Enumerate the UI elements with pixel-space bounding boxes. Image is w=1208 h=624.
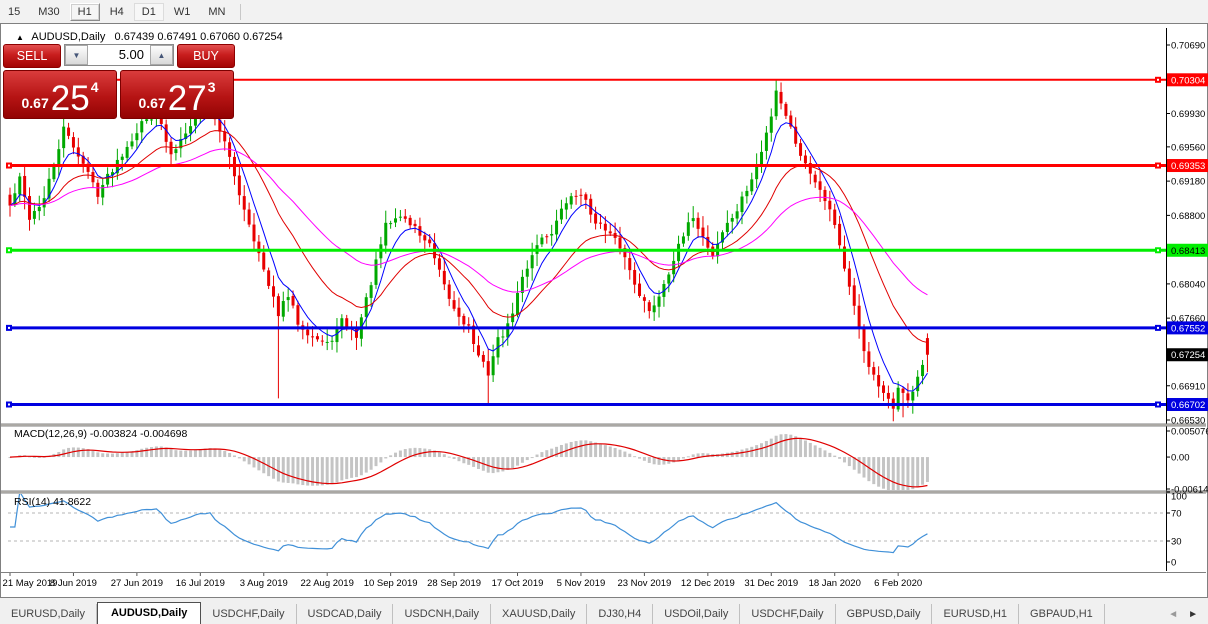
tab-eurusd-h1[interactable]: EURUSD,H1 xyxy=(932,604,1020,624)
chart-title: ▲ AUDUSD,Daily 0.67439 0.67491 0.67060 0… xyxy=(16,31,283,43)
tab-scroll-controls: ◄ ► xyxy=(1168,609,1208,624)
svg-text:3 Aug 2019: 3 Aug 2019 xyxy=(240,578,288,589)
tab-usdcnh-daily[interactable]: USDCNH,Daily xyxy=(393,604,492,624)
tab-audusd-daily[interactable]: AUDUSD,Daily xyxy=(96,602,202,624)
svg-text:18 Jan 2020: 18 Jan 2020 xyxy=(809,578,861,589)
volume-increase-icon[interactable]: ▲ xyxy=(150,45,173,65)
trading-terminal: 15 M30 H1 H4 D1 W1 MN 0.70690 0.69930 0.69… xyxy=(0,0,1208,624)
chart-tab-bar: EURUSD,Daily AUDUSD,Daily USDCHF,Daily U… xyxy=(0,597,1208,624)
buy-price-pips: 27 xyxy=(167,79,207,118)
svg-text:17 Oct 2019: 17 Oct 2019 xyxy=(492,578,544,589)
volume-decrease-icon[interactable]: ▼ xyxy=(65,45,88,65)
svg-text:0.67552: 0.67552 xyxy=(1171,323,1205,334)
svg-text:27 Jun 2019: 27 Jun 2019 xyxy=(111,578,163,589)
svg-text:0.68413: 0.68413 xyxy=(1171,246,1205,257)
svg-text:0: 0 xyxy=(1171,558,1176,569)
timeframe-button-m30[interactable]: M30 xyxy=(30,3,67,21)
svg-text:0.70690: 0.70690 xyxy=(1171,41,1205,52)
svg-text:23 Nov 2019: 23 Nov 2019 xyxy=(617,578,671,589)
svg-text:22 Aug 2019: 22 Aug 2019 xyxy=(301,578,354,589)
tab-scroll-right-icon[interactable]: ► xyxy=(1188,609,1198,620)
toolbar-separator xyxy=(240,3,242,20)
svg-text:0.69560: 0.69560 xyxy=(1171,142,1205,153)
svg-text:100: 100 xyxy=(1171,492,1187,503)
svg-text:0.66910: 0.66910 xyxy=(1171,381,1205,392)
svg-text:30: 30 xyxy=(1171,537,1182,548)
buy-price-prefix: 0.67 xyxy=(138,95,166,111)
tab-usdoil-daily[interactable]: USDOil,Daily xyxy=(653,604,741,624)
svg-text:6 Feb 2020: 6 Feb 2020 xyxy=(874,578,922,589)
chart-ohlc-quote: 0.67439 0.67491 0.67060 0.67254 xyxy=(114,31,283,43)
svg-text:0.67254: 0.67254 xyxy=(1171,350,1205,361)
buy-price-point: 3 xyxy=(207,79,216,95)
tab-usdchf-daily[interactable]: USDCHF,Daily xyxy=(201,604,297,624)
svg-text:31 Dec 2019: 31 Dec 2019 xyxy=(744,578,798,589)
svg-text:5 Nov 2019: 5 Nov 2019 xyxy=(557,578,606,589)
buy-button[interactable]: BUY xyxy=(177,44,235,68)
volume-field: ▼ 5.00 ▲ xyxy=(64,44,174,66)
svg-text:0.70304: 0.70304 xyxy=(1171,75,1205,86)
svg-text:70: 70 xyxy=(1171,509,1182,520)
sell-button[interactable]: SELL xyxy=(3,44,61,68)
rsi-indicator-label: RSI(14) 41.8622 xyxy=(14,496,92,508)
svg-text:0.69353: 0.69353 xyxy=(1171,161,1205,172)
sell-price-prefix: 0.67 xyxy=(21,95,49,111)
tab-eurusd-daily[interactable]: EURUSD,Daily xyxy=(0,604,97,624)
timeframe-button-h1[interactable]: H1 xyxy=(69,2,100,21)
svg-text:0.69180: 0.69180 xyxy=(1171,177,1205,188)
timeframe-button-m15[interactable]: 15 xyxy=(0,3,28,21)
tab-gbpusd-daily[interactable]: GBPUSD,Daily xyxy=(836,604,933,624)
svg-text:12 Dec 2019: 12 Dec 2019 xyxy=(681,578,735,589)
sell-price-point: 4 xyxy=(90,79,99,95)
svg-text:28 Sep 2019: 28 Sep 2019 xyxy=(427,578,481,589)
timeframe-button-d1[interactable]: D1 xyxy=(133,2,164,21)
tab-gbpaud-h1[interactable]: GBPAUD,H1 xyxy=(1019,604,1105,624)
sell-price-tile[interactable]: 0.67 25 4 xyxy=(3,70,117,119)
svg-text:8 Jun 2019: 8 Jun 2019 xyxy=(50,578,97,589)
volume-input[interactable]: 5.00 xyxy=(88,45,150,65)
buy-price-tile[interactable]: 0.67 27 3 xyxy=(120,70,234,119)
svg-text:0.69930: 0.69930 xyxy=(1171,109,1205,120)
sell-price-pips: 25 xyxy=(50,79,90,118)
timeframe-button-mn[interactable]: MN xyxy=(200,3,233,21)
tab-usdchf-daily-2[interactable]: USDCHF,Daily xyxy=(740,604,836,624)
timeframe-button-w1[interactable]: W1 xyxy=(166,3,199,21)
svg-text:0.00: 0.00 xyxy=(1171,453,1190,464)
macd-indicator-label: MACD(12,26,9) -0.003824 -0.004698 xyxy=(14,428,188,440)
svg-text:0.68040: 0.68040 xyxy=(1171,279,1205,290)
tab-scroll-left-icon[interactable]: ◄ xyxy=(1168,609,1178,620)
svg-text:0.005076: 0.005076 xyxy=(1171,427,1208,438)
timeframe-toolbar: 15 M30 H1 H4 D1 W1 MN xyxy=(0,0,1208,23)
tab-dj30-h4[interactable]: DJ30,H4 xyxy=(587,604,654,624)
tab-usdcad-daily[interactable]: USDCAD,Daily xyxy=(297,604,394,624)
svg-text:10 Sep 2019: 10 Sep 2019 xyxy=(364,578,418,589)
one-click-trade-panel: SELL ▼ 5.00 ▲ BUY 0.67 25 4 0.67 27 3 xyxy=(3,44,235,119)
timeframe-button-h4[interactable]: H4 xyxy=(102,3,132,21)
svg-text:0.68800: 0.68800 xyxy=(1171,211,1205,222)
tab-xauusd-daily[interactable]: XAUUSD,Daily xyxy=(491,604,588,624)
svg-text:16 Jul 2019: 16 Jul 2019 xyxy=(176,578,225,589)
one-click-panel-arrow-icon[interactable]: ▲ xyxy=(16,33,24,42)
svg-text:0.66702: 0.66702 xyxy=(1171,400,1205,411)
chart-symbol-label: AUDUSD,Daily xyxy=(31,31,106,43)
